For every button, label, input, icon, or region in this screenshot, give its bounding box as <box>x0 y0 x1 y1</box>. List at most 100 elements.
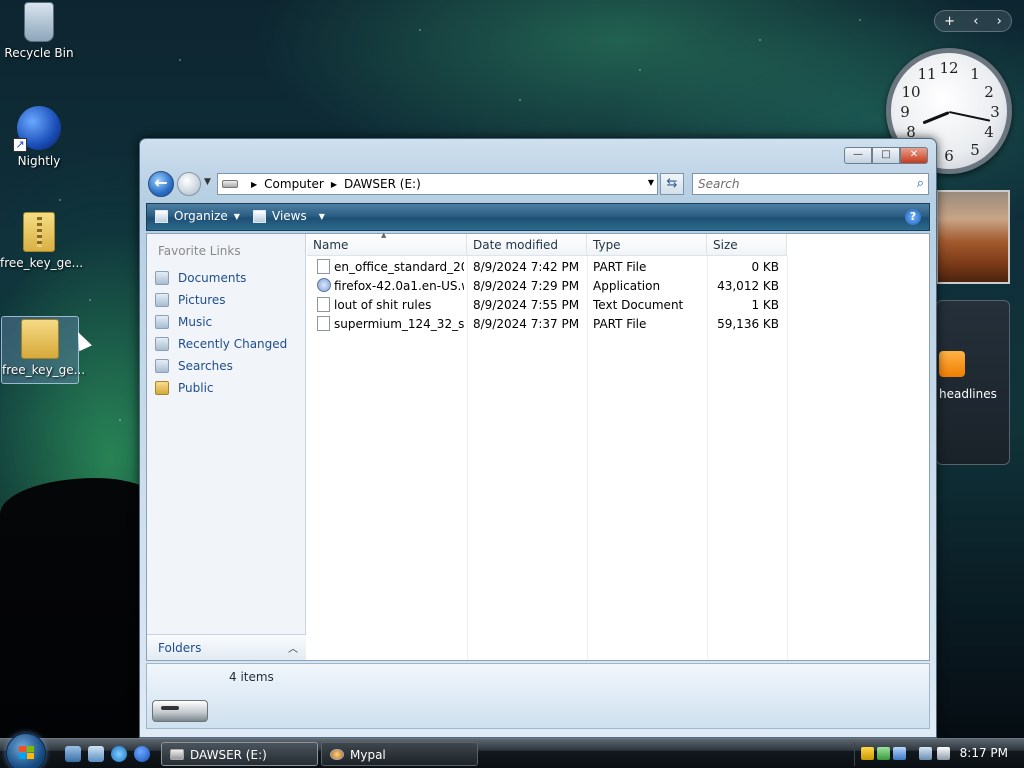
column-header-date[interactable]: Date modified <box>467 234 587 256</box>
clock-numeral: 1 <box>970 65 980 83</box>
column-header-name[interactable]: ▲ Name <box>307 231 467 256</box>
taskbar-button-dawser[interactable]: DAWSER (E:) <box>161 742 318 766</box>
file-type: PART File <box>593 260 647 274</box>
breadcrumb-separator-icon[interactable]: ▶ <box>251 180 257 189</box>
column-header-type[interactable]: Type <box>587 234 707 256</box>
taskbar-button-mypal[interactable]: Mypal <box>321 742 478 766</box>
desktop-icon-label: Recycle Bin <box>4 46 74 60</box>
clock-numeral: 4 <box>984 123 994 141</box>
desktop-icon-label: free_key_ge... <box>2 363 86 377</box>
application-icon <box>317 278 331 292</box>
slideshow-gadget[interactable] <box>936 190 1010 284</box>
file-name: supermium_124_32_set... <box>334 317 464 331</box>
clock-numeral: 10 <box>901 83 921 101</box>
taskbar-button-label: DAWSER (E:) <box>190 748 267 762</box>
next-gadget-button[interactable]: › <box>997 14 1002 29</box>
maximize-button[interactable]: □ <box>872 147 900 164</box>
search-icon[interactable]: ⌕ <box>917 176 924 191</box>
public-folder-icon <box>155 381 169 395</box>
details-pane: 4 items <box>146 663 930 729</box>
desktop-icon-label: free_key_ge... <box>0 256 84 270</box>
views-button[interactable]: Views ▼ <box>253 209 325 223</box>
folders-toggle[interactable]: Folders ︿ <box>147 634 306 660</box>
drive-icon <box>170 749 184 760</box>
close-button[interactable]: ✕ <box>900 147 928 164</box>
explorer-window: — □ ✕ ← ▼ ▶ Computer ▶ DAWSER (E:) ▼ ⇆ S… <box>139 138 937 738</box>
file-type: Text Document <box>593 298 684 312</box>
text-document-icon <box>317 297 330 312</box>
address-dropdown-icon[interactable]: ▼ <box>648 178 654 187</box>
help-button[interactable]: ? <box>905 209 921 225</box>
column-header-label: Date modified <box>473 238 559 252</box>
clock-time[interactable]: 8:17 PM <box>960 746 1008 760</box>
volume-muted-icon[interactable] <box>937 747 950 760</box>
drive-icon <box>152 700 208 722</box>
breadcrumb-computer[interactable]: Computer <box>264 177 324 191</box>
desktop-icon-nightly[interactable]: ↗ Nightly <box>0 106 78 168</box>
address-bar[interactable]: ▶ Computer ▶ DAWSER (E:) ▼ <box>217 173 658 195</box>
forward-button[interactable] <box>177 172 201 196</box>
file-name: lout of shit rules <box>334 298 432 312</box>
show-desktop-icon[interactable] <box>65 746 81 762</box>
searches-icon <box>155 359 169 373</box>
recently-changed-icon <box>155 337 169 351</box>
prev-gadget-button[interactable]: ‹ <box>973 14 978 29</box>
file-name: firefox-42.0a1.en-US.wi... <box>334 279 464 293</box>
file-row[interactable]: supermium_124_32_set... 8/9/2024 7:37 PM… <box>307 315 787 334</box>
content-area: Favorite Links Documents Pictures Music … <box>146 231 930 661</box>
search-input[interactable]: Search ⌕ <box>692 173 929 195</box>
clock-numeral: 5 <box>970 141 980 159</box>
file-name: en_office_standard_20... <box>334 260 464 274</box>
column-header-size[interactable]: Size <box>707 234 787 256</box>
views-icon <box>253 209 266 223</box>
nightly-quicklaunch-icon[interactable] <box>134 746 150 762</box>
navigation-bar: ← ▼ ▶ Computer ▶ DAWSER (E:) ▼ ⇆ Search … <box>148 171 930 199</box>
feed-headlines-gadget[interactable]: headlines <box>936 300 1010 465</box>
file-row[interactable]: firefox-42.0a1.en-US.wi... 8/9/2024 7:29… <box>307 277 787 296</box>
file-row[interactable]: en_office_standard_20... 8/9/2024 7:42 P… <box>307 258 787 277</box>
back-button[interactable]: ← <box>148 171 174 197</box>
search-placeholder: Search <box>698 177 740 191</box>
sort-ascending-icon: ▲ <box>381 231 387 239</box>
favorite-link-label: Public <box>178 381 214 395</box>
favorite-link-music[interactable]: Music <box>153 311 287 333</box>
clock-numeral: 12 <box>939 59 959 77</box>
breadcrumb-drive[interactable]: DAWSER (E:) <box>344 177 421 191</box>
minimize-button[interactable]: — <box>844 147 872 164</box>
rss-icon <box>939 351 965 377</box>
desktop-icon-recycle-bin[interactable]: Recycle Bin <box>0 2 78 60</box>
switch-windows-icon[interactable] <box>88 746 104 762</box>
folders-label: Folders <box>158 641 202 655</box>
internet-explorer-icon[interactable] <box>111 746 127 762</box>
network-icon[interactable] <box>919 747 932 760</box>
recent-pages-dropdown-icon[interactable]: ▼ <box>204 177 211 187</box>
notification-area: 8:17 PM <box>854 742 1024 766</box>
windows-logo-icon <box>19 746 35 760</box>
desktop-icon-zip-folder[interactable]: free_key_ge... <box>0 212 84 270</box>
clock-hour-hand <box>922 111 950 125</box>
add-gadget-button[interactable]: + <box>944 14 955 29</box>
desktop-icon-folder[interactable]: free_key_ge... <box>1 316 86 384</box>
breadcrumb-separator-icon[interactable]: ▶ <box>331 180 337 189</box>
organize-label: Organize <box>174 209 228 223</box>
organize-button[interactable]: Organize ▼ <box>155 209 240 223</box>
refresh-button[interactable]: ⇆ <box>660 173 684 195</box>
zip-folder-icon <box>23 212 55 252</box>
favorite-link-label: Documents <box>178 271 247 285</box>
favorite-link-documents[interactable]: Documents <box>153 267 287 289</box>
favorite-link-pictures[interactable]: Pictures <box>153 289 287 311</box>
favorite-link-label: Searches <box>178 359 233 373</box>
views-label: Views <box>272 209 307 223</box>
update-icon[interactable] <box>893 747 906 760</box>
favorite-link-recently-changed[interactable]: Recently Changed <box>153 333 287 355</box>
item-count: 4 items <box>229 670 274 684</box>
column-header-label: Type <box>593 238 621 252</box>
start-button[interactable] <box>6 733 46 768</box>
safely-remove-icon[interactable] <box>877 747 890 760</box>
favorite-link-public[interactable]: Public <box>153 377 287 399</box>
file-row[interactable]: lout of shit rules 8/9/2024 7:55 PM Text… <box>307 296 787 315</box>
security-shield-icon[interactable] <box>861 747 874 760</box>
navigation-pane: Favorite Links Documents Pictures Music … <box>147 234 306 660</box>
favorite-link-searches[interactable]: Searches <box>153 355 287 377</box>
column-header-label: Name <box>313 238 349 252</box>
